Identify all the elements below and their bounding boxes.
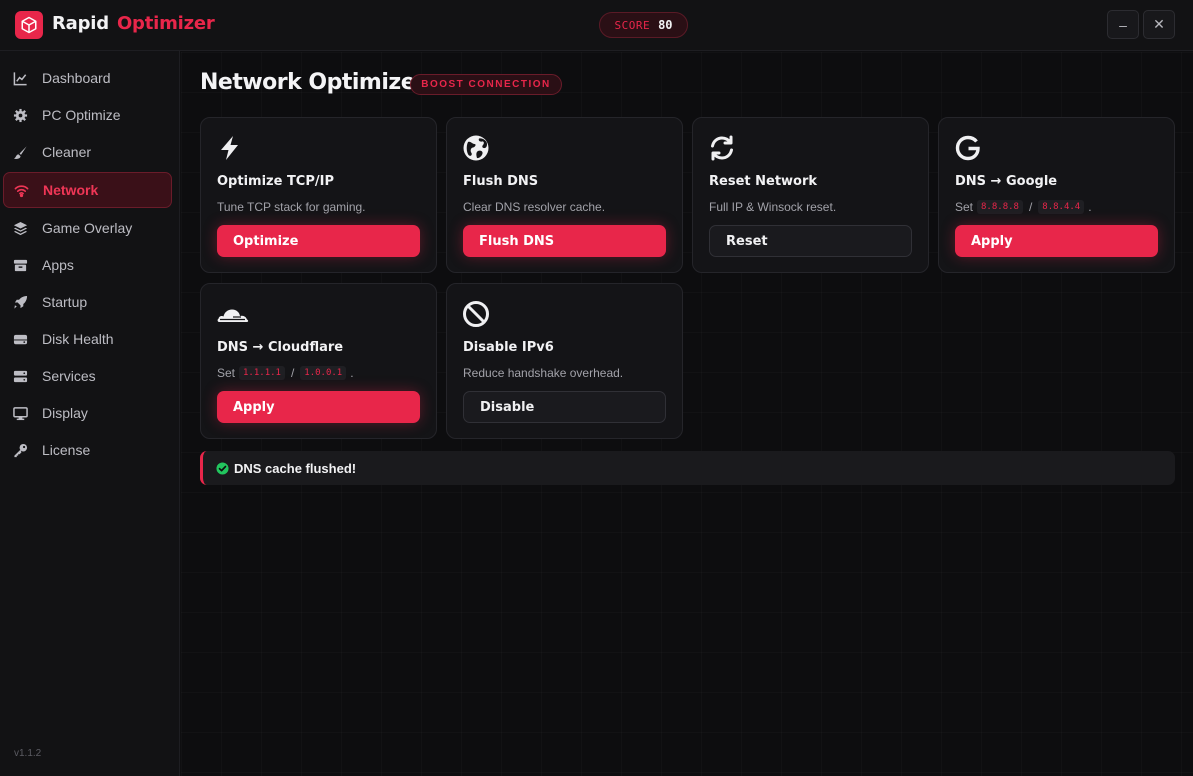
brand-name-part1: Rapid [52, 13, 109, 34]
sidebar-item-label: Dashboard [42, 70, 111, 86]
card-description: Tune TCP stack for gaming. [217, 200, 366, 214]
score-value: 80 [658, 18, 673, 32]
sidebar-item-game-overlay[interactable]: Game Overlay [3, 210, 172, 246]
apply-google-dns-button[interactable]: Apply [955, 225, 1158, 257]
card-disable-ipv6: Disable IPv6 Reduce handshake overhead. … [446, 283, 683, 439]
score-label: SCORE [614, 18, 651, 32]
card-desc-text: Tune TCP stack for gaming. [217, 200, 366, 214]
sidebar-item-license[interactable]: License [3, 432, 172, 468]
key-icon [14, 443, 28, 457]
card-reset-network: Reset Network Full IP & Winsock reset. R… [692, 117, 929, 273]
ban-icon [463, 301, 489, 327]
minimize-button[interactable]: – [1107, 10, 1139, 39]
card-description: Set 1.1.1.1 / 1.0.0.1 . [217, 366, 354, 380]
sidebar-item-label: Apps [42, 257, 74, 273]
globe-icon [463, 135, 489, 161]
main-content: Network Optimizer BOOST CONNECTION Optim… [181, 52, 1193, 776]
cloudflare-icon [217, 309, 249, 322]
app-brand: Rapid Optimizer [52, 13, 215, 34]
gear-icon [13, 108, 28, 122]
apply-cloudflare-dns-button[interactable]: Apply [217, 391, 420, 423]
sidebar-item-label: Cleaner [42, 144, 92, 160]
box-icon [13, 259, 28, 271]
title-bar: Rapid Optimizer SCORE 80 – ✕ [0, 0, 1193, 51]
sidebar-item-startup[interactable]: Startup [3, 284, 172, 320]
toast-message: DNS cache flushed! [234, 460, 357, 476]
sidebar-item-disk-health[interactable]: Disk Health [3, 321, 172, 357]
sidebar: Dashboard PC Optimize Cleaner Network Ga… [0, 51, 180, 776]
sidebar-item-pc-optimize[interactable]: PC Optimize [3, 97, 172, 133]
sidebar-item-apps[interactable]: Apps [3, 247, 172, 283]
card-title: Flush DNS [463, 174, 539, 189]
card-desc-text: Clear DNS resolver cache. [463, 200, 606, 214]
dns-primary-code: 8.8.8.8 [977, 200, 1023, 214]
bolt-icon [221, 136, 238, 160]
page-badge: BOOST CONNECTION [410, 74, 562, 95]
sidebar-item-label: Game Overlay [42, 220, 133, 236]
refresh-icon [711, 135, 733, 161]
sidebar-item-cleaner[interactable]: Cleaner [3, 134, 172, 170]
sidebar-item-label: Display [42, 405, 88, 421]
sidebar-item-label: Disk Health [42, 331, 114, 347]
toast-notification: DNS cache flushed! [200, 451, 1175, 485]
dns-secondary-code: 1.0.0.1 [300, 366, 347, 380]
card-title: Disable IPv6 [463, 340, 554, 355]
dns-separator: / [1028, 200, 1033, 214]
card-title: DNS → Google [955, 174, 1058, 189]
sidebar-item-label: PC Optimize [42, 107, 121, 123]
card-desc-text: Reduce handshake overhead. [463, 366, 624, 380]
dns-separator: / [290, 366, 295, 380]
version-label: v1.1.2 [14, 748, 42, 759]
score-badge: SCORE 80 [599, 12, 688, 38]
card-flush-dns: Flush DNS Clear DNS resolver cache. Flus… [446, 117, 683, 273]
brand-name-part2: Optimizer [116, 13, 215, 34]
disable-button[interactable]: Disable [463, 391, 666, 423]
card-dns-cloudflare: DNS → Cloudflare Set 1.1.1.1 / 1.0.0.1 .… [200, 283, 437, 439]
card-title: Optimize TCP/IP [217, 174, 334, 189]
card-dns-google: DNS → Google Set 8.8.8.8 / 8.8.4.4 . App… [938, 117, 1175, 273]
card-desc-suffix: . [1088, 200, 1092, 214]
google-icon [955, 135, 980, 161]
card-desc-text: Full IP & Winsock reset. [709, 200, 837, 214]
check-circle-icon [216, 461, 229, 475]
page-title: Network Optimizer [200, 70, 426, 95]
reset-button[interactable]: Reset [709, 225, 912, 257]
flush-dns-button[interactable]: Flush DNS [463, 225, 666, 257]
optimize-button[interactable]: Optimize [217, 225, 420, 257]
sidebar-item-services[interactable]: Services [3, 358, 172, 394]
sidebar-item-label: Services [42, 368, 96, 384]
card-title: DNS → Cloudflare [217, 340, 344, 355]
brush-icon [13, 145, 27, 159]
sidebar-item-label: License [42, 442, 91, 458]
card-desc-prefix: Set [217, 366, 236, 380]
close-button[interactable]: ✕ [1143, 10, 1175, 39]
monitor-icon [13, 406, 28, 420]
sidebar-item-dashboard[interactable]: Dashboard [3, 60, 172, 96]
sidebar-item-label: Startup [42, 294, 88, 310]
card-description: Set 8.8.8.8 / 8.8.4.4 . [955, 200, 1092, 214]
sidebar-item-display[interactable]: Display [3, 395, 172, 431]
dns-primary-code: 1.1.1.1 [239, 366, 285, 380]
card-title: Reset Network [709, 174, 818, 189]
dns-secondary-code: 8.8.4.4 [1038, 200, 1085, 214]
cube-logo-icon [15, 11, 43, 39]
card-description: Reduce handshake overhead. [463, 366, 623, 380]
card-desc-prefix: Set [955, 200, 974, 214]
wifi-icon [14, 184, 29, 197]
chart-line-icon [13, 71, 27, 85]
rocket-icon [14, 295, 28, 309]
sidebar-item-network[interactable]: Network [3, 172, 172, 208]
card-optimize-tcp: Optimize TCP/IP Tune TCP stack for gamin… [200, 117, 437, 273]
card-description: Clear DNS resolver cache. [463, 200, 605, 214]
server-icon [13, 370, 28, 382]
card-desc-suffix: . [350, 366, 354, 380]
layers-icon [13, 221, 28, 235]
card-description: Full IP & Winsock reset. [709, 200, 836, 214]
sidebar-item-label: Network [43, 182, 99, 198]
hard-drive-icon [13, 334, 28, 344]
